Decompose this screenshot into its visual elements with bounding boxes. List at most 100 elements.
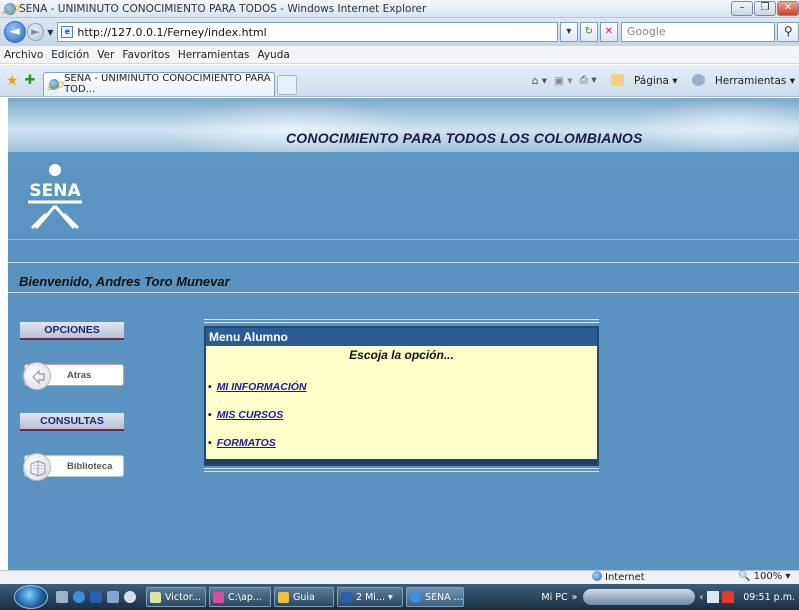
- menu-favoritos[interactable]: Favoritos: [122, 49, 169, 61]
- task-word[interactable]: 2 Mi... ▾: [337, 587, 403, 607]
- close-button[interactable]: ✕: [777, 1, 799, 16]
- ie-quicklaunch-icon[interactable]: [73, 591, 85, 603]
- web-page: CONOCIMIENTO PARA TODOS LOS COLOMBIANOS …: [8, 98, 799, 570]
- maximize-button[interactable]: ❐: [754, 1, 776, 16]
- window-title-bar: SENA - UNIMINUTO CONOCIMIENTO PARA TODOS…: [0, 0, 799, 18]
- stop-icon[interactable]: ✕: [599, 22, 618, 42]
- globe-icon: [592, 571, 602, 581]
- task-word-label: 2 Mi...: [356, 591, 385, 603]
- taskbar: Victor... C:\ap... Guia 2 Mi... ▾ SENA .…: [0, 584, 799, 610]
- student-menu-prompt: Escoja la opción...: [349, 348, 454, 362]
- task-cap-icon: [213, 591, 224, 603]
- task-victor-label: Victor...: [165, 591, 201, 603]
- page-icon: e: [61, 26, 74, 38]
- back-button-label: Atras: [67, 370, 92, 381]
- sena-logo-text: SENA: [29, 181, 81, 201]
- back-arrow-icon[interactable]: ◄: [4, 21, 26, 43]
- start-button[interactable]: [14, 585, 48, 609]
- library-button-label: Biblioteca: [67, 461, 113, 472]
- link-mi-informacion[interactable]: MI INFORMACIÓN: [208, 381, 307, 393]
- gear-icon: [691, 74, 705, 86]
- tools-menu-label: Herramientas: [714, 75, 787, 87]
- address-toolbar: ◄ ► ▼ e http://127.0.0.1/Ferney/index.ht…: [0, 18, 799, 46]
- logo-band: SENA: [8, 152, 799, 240]
- student-menu-footer: [206, 459, 597, 464]
- switch-windows-icon[interactable]: [107, 591, 119, 603]
- media-quicklaunch-icon[interactable]: [124, 591, 136, 603]
- link-formatos[interactable]: FORMATOS: [208, 437, 276, 449]
- minimize-button[interactable]: –: [731, 1, 753, 16]
- tools-menu[interactable]: Herramientas ▾: [685, 74, 795, 87]
- new-tab-button[interactable]: [277, 74, 298, 95]
- task-cap-label: C:\ap...: [228, 591, 262, 603]
- command-bar: ⌂ ▾ ▣ ▾ ⎙ ▾ Página ▾ Herramientas ▾: [525, 74, 795, 87]
- tray-expand-icon[interactable]: »: [572, 592, 578, 603]
- media-player-bar[interactable]: [583, 589, 696, 605]
- task-cap[interactable]: C:\ap...: [209, 587, 271, 607]
- menu-top-rule: [204, 319, 599, 323]
- tray-arrow-icon[interactable]: ‹: [699, 592, 703, 603]
- show-desktop-icon[interactable]: [56, 591, 68, 603]
- print-icon[interactable]: ⎙ ▾: [580, 74, 597, 87]
- security-zone: Internet: [592, 571, 645, 583]
- window-controls: – ❐ ✕: [730, 1, 799, 16]
- library-button-icon: [23, 453, 51, 481]
- clock[interactable]: 09:51 p.m.: [743, 592, 795, 603]
- feeds-icon[interactable]: ▣ ▾: [554, 75, 573, 87]
- add-favorite-icon[interactable]: ✚: [25, 73, 36, 88]
- menu-archivo[interactable]: Archivo: [4, 49, 43, 61]
- security-icon[interactable]: [722, 591, 735, 603]
- menu-edicion[interactable]: Edición: [51, 49, 89, 61]
- menu-ver[interactable]: Ver: [97, 49, 114, 61]
- refresh-icon[interactable]: ↻: [579, 22, 598, 42]
- student-menu-title: Menu Alumno: [206, 328, 597, 346]
- word-quicklaunch-icon[interactable]: [90, 591, 102, 603]
- address-field[interactable]: e http://127.0.0.1/Ferney/index.html: [57, 22, 558, 42]
- search-icon[interactable]: ⚲: [777, 22, 799, 42]
- tab-ie-icon: [49, 78, 60, 90]
- library-button[interactable]: Biblioteca: [23, 453, 124, 481]
- system-tray: Mi PC » ‹ 09:51 p.m.: [541, 584, 799, 610]
- task-guia[interactable]: Guia: [274, 587, 334, 607]
- back-button[interactable]: Atras: [23, 362, 124, 390]
- content-area: OPCIONES Atras CONSULTAS Biblioteca Menu…: [8, 297, 799, 570]
- queries-header: CONSULTAS: [20, 413, 124, 431]
- header-banner: CONOCIMIENTO PARA TODOS LOS COLOMBIANOS: [8, 98, 799, 152]
- forward-arrow-icon[interactable]: ►: [26, 23, 45, 41]
- task-guia-label: Guia: [293, 591, 315, 603]
- options-header: OPCIONES: [20, 322, 124, 340]
- menu-ayuda[interactable]: Ayuda: [257, 49, 289, 61]
- menu-bottom-rule: [204, 468, 599, 472]
- welcome-message: Bienvenido, Andres Toro Munevar: [19, 274, 230, 289]
- tray-label: Mi PC: [541, 591, 568, 603]
- task-sena[interactable]: SENA ...: [406, 587, 464, 607]
- ie-icon: [410, 591, 421, 603]
- banner-title: CONOCIMIENTO PARA TODOS LOS COLOMBIANOS: [286, 130, 643, 146]
- status-bar: Internet 🔍 100% ▾: [0, 570, 799, 584]
- search-input[interactable]: Google: [620, 22, 776, 42]
- home-icon[interactable]: ⌂ ▾: [532, 75, 547, 87]
- task-victor[interactable]: Victor...: [146, 587, 206, 607]
- arrow-left-icon: [32, 369, 45, 385]
- back-button-icon: [23, 362, 51, 390]
- book-icon: [30, 460, 46, 477]
- link-mis-cursos[interactable]: MIS CURSOS: [208, 409, 284, 421]
- zoom-level[interactable]: 🔍 100% ▾: [738, 571, 790, 582]
- page-icon: [610, 74, 624, 86]
- page-menu[interactable]: Página ▾: [604, 74, 678, 87]
- welcome-top-rule: [8, 262, 799, 263]
- history-dropdown-icon[interactable]: ▼: [47, 28, 53, 37]
- zoom-value: 100%: [753, 571, 783, 582]
- security-zone-label: Internet: [605, 572, 645, 583]
- address-dropdown-icon[interactable]: ▾: [559, 22, 578, 42]
- folder-icon: [278, 591, 289, 603]
- favorites-star-icon[interactable]: ★: [6, 73, 19, 89]
- menu-herramientas[interactable]: Herramientas: [178, 49, 250, 61]
- window-title: SENA - UNIMINUTO CONOCIMIENTO PARA TODOS…: [19, 2, 427, 15]
- network-icon[interactable]: [707, 591, 720, 603]
- welcome-band: Bienvenido, Andres Toro Munevar: [8, 240, 799, 297]
- welcome-bottom-rule: [8, 292, 799, 293]
- task-victor-icon: [150, 591, 161, 603]
- tab-sena[interactable]: SENA - UNIMINUTO CONOCIMIENTO PARA TOD..…: [43, 71, 276, 96]
- tab-label: SENA - UNIMINUTO CONOCIMIENTO PARA TOD..…: [64, 73, 271, 95]
